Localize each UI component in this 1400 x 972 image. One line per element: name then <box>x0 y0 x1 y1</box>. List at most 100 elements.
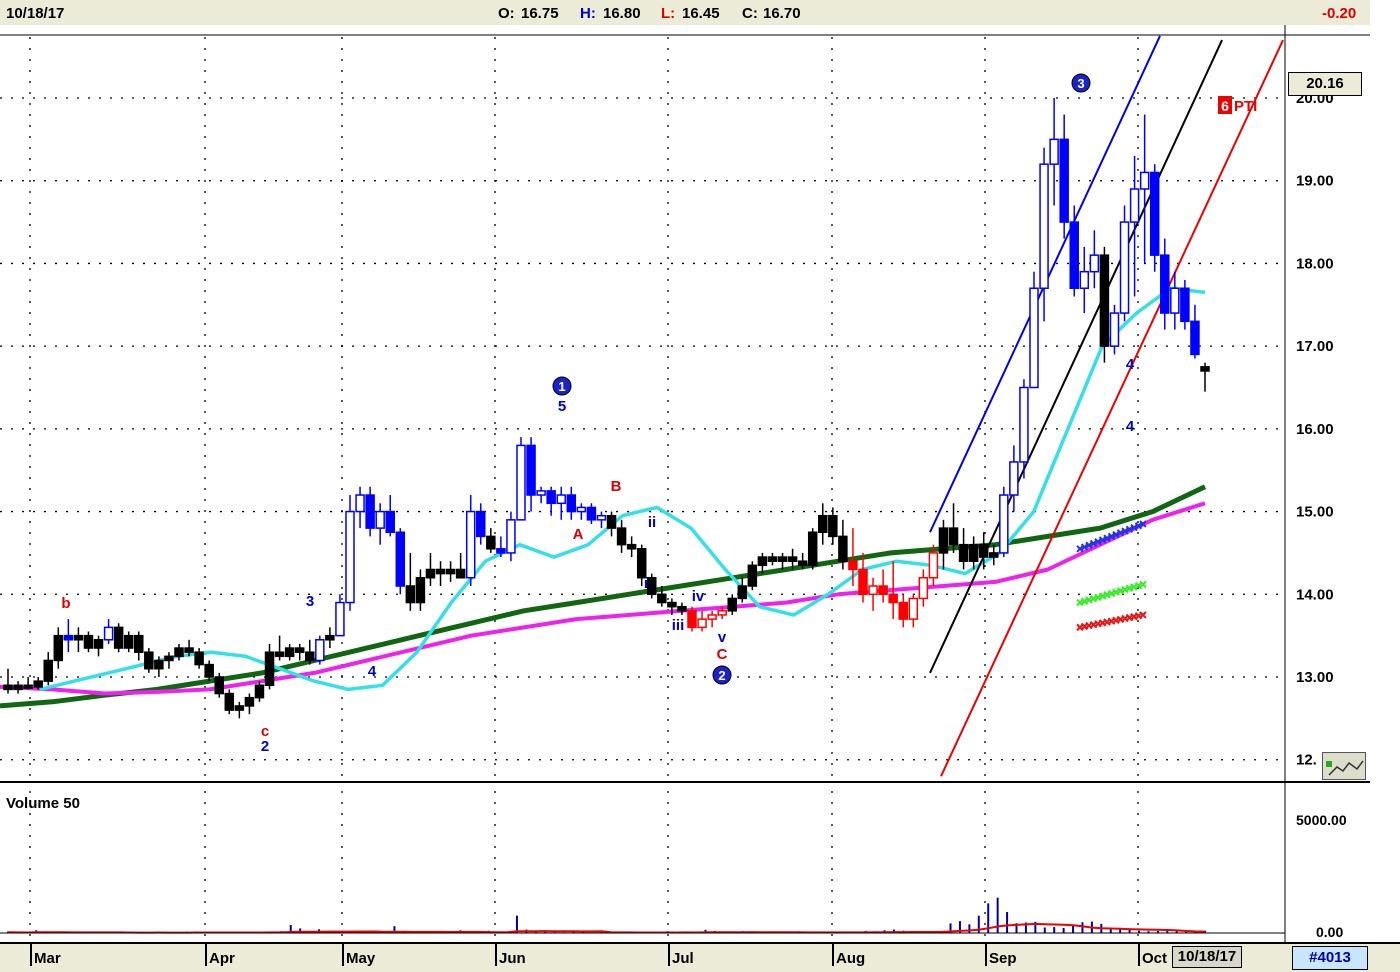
candle-body <box>435 568 446 575</box>
current-date-box: 10/18/17 <box>1172 946 1242 968</box>
candle-body <box>315 639 325 662</box>
candle-body <box>1019 386 1029 463</box>
pti-text: PTI <box>1234 98 1257 115</box>
candle-body <box>717 610 727 616</box>
candle-body <box>536 490 546 496</box>
candle-body <box>33 680 43 688</box>
wave-label: i <box>644 575 648 592</box>
candle-body <box>1149 171 1160 256</box>
candle-body <box>556 494 566 505</box>
candle-body <box>53 634 64 662</box>
wave-label: v <box>718 629 727 646</box>
wave-label: A <box>573 526 584 543</box>
close-label: C: <box>742 5 758 22</box>
candle-body <box>234 705 245 711</box>
wave-circle-3-text: 3 <box>1077 76 1084 91</box>
month-tick <box>30 944 32 966</box>
candle-body <box>868 585 878 596</box>
candle-body <box>455 568 466 579</box>
candle-body <box>586 506 597 521</box>
candle-body <box>214 676 224 695</box>
candle-body <box>989 552 999 558</box>
candle-body <box>647 576 657 596</box>
month-label: Apr <box>209 950 235 967</box>
change-value: -0.20 <box>1322 5 1357 22</box>
candle-body <box>828 514 838 538</box>
candle-body <box>1180 287 1190 323</box>
candle-body <box>918 576 929 600</box>
price-tick-label: 13.00 <box>1296 669 1334 686</box>
candle-body <box>274 651 285 658</box>
candle-body <box>968 543 979 562</box>
candle-body <box>546 490 556 505</box>
candle-body <box>606 514 617 529</box>
chart-tools-icon[interactable] <box>1322 752 1366 780</box>
candle-body <box>516 444 526 521</box>
candle-body <box>747 564 758 587</box>
candle-body <box>898 601 908 620</box>
close-value: 16.70 <box>763 5 801 22</box>
candle-body <box>1089 254 1100 273</box>
candle-body <box>566 494 577 513</box>
candle-body <box>757 556 768 567</box>
candle-body <box>1109 312 1120 347</box>
candle-body <box>93 639 104 649</box>
candle-body <box>626 543 637 550</box>
header-date: 10/18/17 <box>6 5 65 22</box>
candle-body <box>1059 138 1069 223</box>
price-tick-label: 17.00 <box>1296 338 1334 355</box>
candle-body <box>355 494 365 513</box>
price-chart[interactable]: bc2345ABiiiiiiivvC441236 PTI 12.13.0014.0… <box>0 25 1370 942</box>
candle-body <box>1069 221 1079 289</box>
candle-body <box>1200 366 1210 372</box>
month-tick <box>985 944 987 966</box>
candle-body <box>335 601 345 637</box>
month-label: Oct <box>1142 950 1168 967</box>
candle-body <box>878 585 888 596</box>
low-label: L: <box>661 5 676 22</box>
month-label: May <box>346 950 376 967</box>
candle-body <box>1160 254 1170 314</box>
candle-body <box>134 634 144 653</box>
wave-label: iii <box>672 617 685 634</box>
wave-label: iv <box>692 588 705 605</box>
wave-circle-2-text: 2 <box>718 668 725 683</box>
candle-body <box>888 593 898 604</box>
candle-body <box>365 494 375 529</box>
candle-body <box>777 556 788 562</box>
candle-body <box>1139 171 1150 190</box>
candle-body <box>144 651 154 670</box>
candle-body <box>657 593 667 604</box>
last-price-tag: 20.16 <box>1288 72 1362 96</box>
candle-body <box>13 684 23 691</box>
candle-body <box>305 651 315 662</box>
month-tick <box>495 944 497 966</box>
candle-body <box>254 684 265 699</box>
candle-body <box>848 560 858 571</box>
month-label: Mar <box>34 950 61 967</box>
candle-body <box>345 510 355 604</box>
price-tick-label: 15.00 <box>1296 504 1334 521</box>
candle-body <box>23 684 33 690</box>
candle-body <box>375 510 385 529</box>
high-value: 16.80 <box>603 5 641 22</box>
volume-tick-label: 0.00 <box>1316 924 1343 940</box>
candle-body <box>123 634 134 649</box>
candle-body <box>103 626 114 641</box>
month-tick <box>342 944 344 966</box>
candle-body <box>526 444 536 496</box>
candle-body <box>3 684 13 691</box>
candle-body <box>1119 221 1130 314</box>
month-tick <box>205 944 207 966</box>
candle-body <box>415 576 426 604</box>
candle-body <box>797 560 808 567</box>
candle-body <box>184 647 194 653</box>
candle-body <box>727 597 737 612</box>
price-tick-label: 19.00 <box>1296 173 1334 190</box>
month-label: Jul <box>672 950 694 967</box>
candle-body <box>1099 254 1110 347</box>
candle-body <box>948 527 959 546</box>
candle-body <box>63 634 74 641</box>
symbol-number-box[interactable]: #4013 <box>1292 946 1368 970</box>
month-tick <box>668 944 670 966</box>
